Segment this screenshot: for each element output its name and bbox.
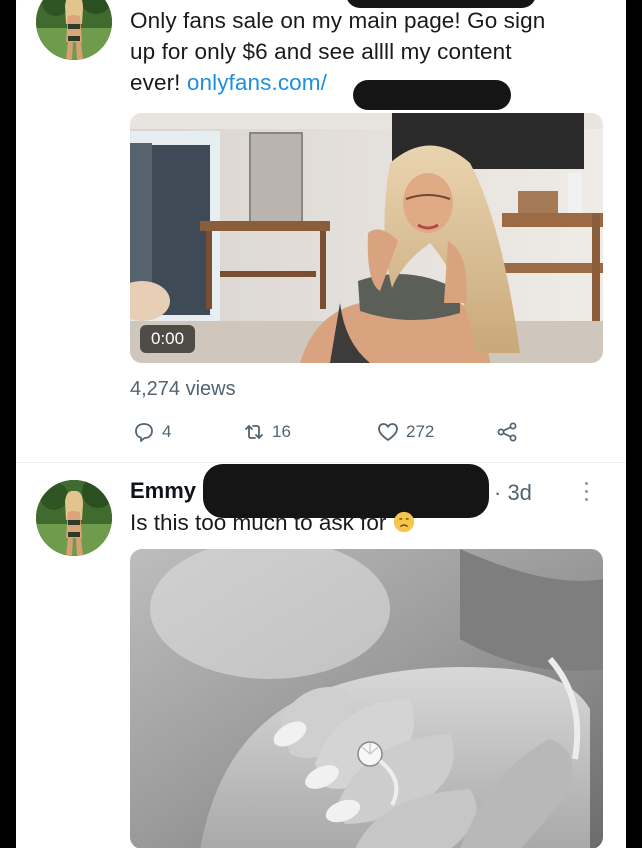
like-icon — [378, 423, 398, 441]
action-bar: 4 16 272 — [130, 420, 530, 452]
avatar-photo — [36, 480, 112, 556]
retweet-icon — [245, 425, 263, 439]
reply-count: 4 — [162, 422, 172, 441]
retweet-count: 16 — [272, 422, 291, 441]
tweet-link[interactable]: onlyfans.com/ — [187, 70, 327, 95]
tweet-photo[interactable] — [130, 549, 603, 848]
tweet-text-line-3-prefix: ever! — [130, 70, 187, 95]
disappointed-face-icon — [393, 511, 414, 533]
tweet-text-2: Is this too much to ask for — [130, 510, 415, 536]
tweet-card: Only fans sale on my main page! Go sign … — [16, 0, 626, 848]
tweet-text-line-2: up for only $6 and see allll my content — [130, 39, 512, 64]
avatar-photo — [36, 0, 112, 60]
avatar[interactable] — [36, 0, 112, 60]
redacted-link — [353, 80, 511, 110]
tweet-text-line-1: Only fans sale on my main page! Go sign — [130, 8, 546, 33]
more-icon[interactable] — [578, 482, 594, 508]
author-name[interactable]: Emmy — [130, 478, 196, 504]
like-count: 272 — [406, 422, 435, 441]
video-thumbnail[interactable]: 0:00 — [130, 113, 603, 363]
view-count: 4,274 views — [130, 378, 236, 400]
ring-photo — [130, 549, 603, 848]
tweet-timestamp[interactable]: · 3d — [494, 480, 532, 506]
video-image — [130, 113, 603, 363]
avatar-emmy[interactable] — [36, 480, 112, 556]
tweet-divider — [16, 462, 626, 463]
share-icon — [497, 422, 517, 442]
retweet-button[interactable]: 16 — [242, 420, 291, 444]
share-button[interactable] — [495, 420, 519, 444]
reply-icon — [135, 423, 153, 442]
reply-button[interactable]: 4 — [132, 420, 171, 444]
tweet-text-2-body: Is this too much to ask for — [130, 510, 393, 535]
video-duration: 0:00 — [140, 325, 196, 353]
like-button[interactable]: 272 — [376, 420, 434, 444]
